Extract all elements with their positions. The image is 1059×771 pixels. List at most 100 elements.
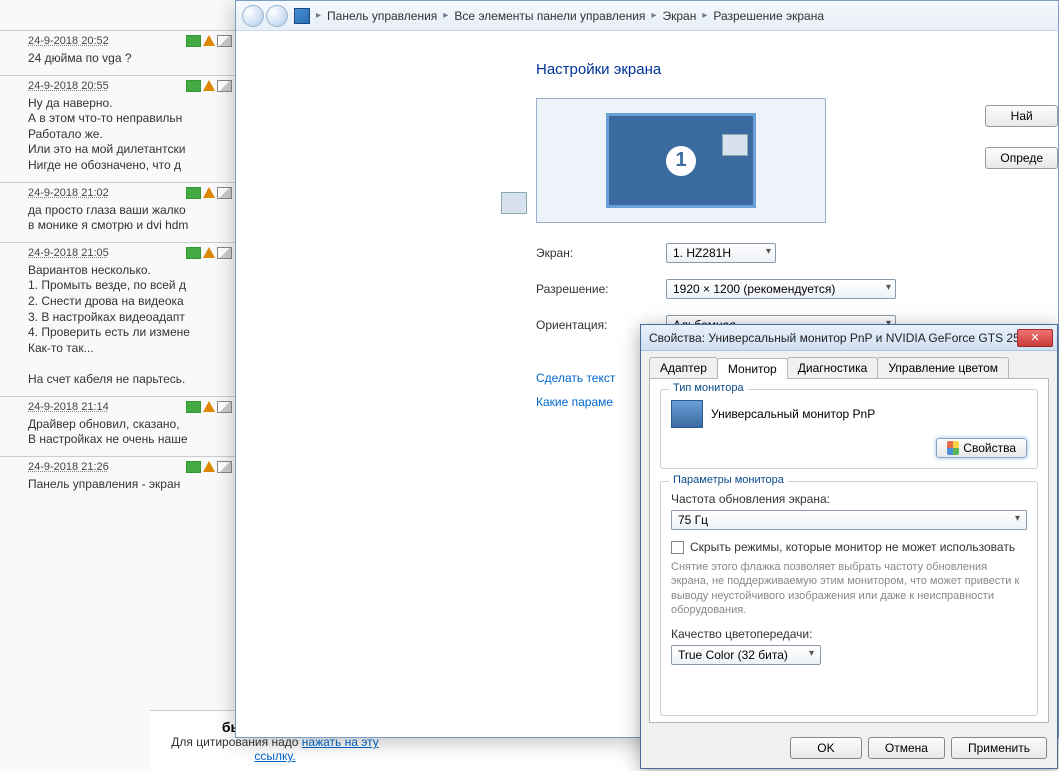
breadcrumb-item[interactable]: Панель управления (327, 9, 437, 23)
resolution-label: Разрешение: (536, 282, 666, 296)
dialog-button-row: OK Отмена Применить (641, 731, 1057, 765)
post-date[interactable]: 24-9-2018 21:14 (28, 401, 109, 413)
refresh-rate-dropdown[interactable]: 75 Гц (671, 510, 1027, 530)
post-header: 24-9-2018 21:05 (28, 247, 232, 259)
post-action-icons (186, 401, 232, 413)
post-action-icons (186, 247, 232, 259)
post-body: Драйвер обновил, сказано, В настройках н… (28, 417, 232, 448)
monitor-params-group: Параметры монитора Частота обновления эк… (660, 481, 1038, 716)
tab-body: Тип монитора Универсальный монитор PnP С… (649, 379, 1049, 723)
group-title: Параметры монитора (669, 474, 788, 486)
monitor-thumb-icon (722, 134, 748, 156)
status-icon[interactable] (186, 247, 201, 259)
resolution-dropdown[interactable]: 1920 × 1200 (рекомендуется) (666, 279, 896, 299)
forum-post: 24-9-2018 21:05 Вариантов несколько. 1. … (0, 242, 240, 396)
breadcrumb-item[interactable]: Экран (662, 9, 696, 23)
monitor-preview[interactable]: 1 (536, 98, 826, 223)
warning-icon[interactable] (203, 401, 215, 412)
breadcrumb-item[interactable]: Разрешение экрана (713, 9, 824, 23)
post-header: 24-9-2018 21:26 (28, 461, 232, 473)
forum-post: 24-9-2018 21:02 да просто глаза ваши жал… (0, 182, 240, 242)
post-body: Панель управления - экран (28, 477, 232, 493)
edit-icon[interactable] (217, 247, 232, 259)
detect-button[interactable]: Опреде (985, 147, 1058, 169)
monitor-type-group: Тип монитора Универсальный монитор PnP С… (660, 389, 1038, 469)
color-quality-dropdown[interactable]: True Color (32 бита) (671, 645, 821, 665)
status-icon[interactable] (186, 35, 201, 47)
post-action-icons (186, 461, 232, 473)
resolution-setting-row: Разрешение: 1920 × 1200 (рекомендуется) (536, 279, 1038, 299)
status-icon[interactable] (186, 461, 201, 473)
warning-icon[interactable] (203, 187, 215, 198)
dialog-title: Свойства: Универсальный монитор PnP и NV… (649, 331, 1017, 345)
breadcrumb-item[interactable]: Все элементы панели управления (454, 9, 645, 23)
warning-icon[interactable] (203, 35, 215, 46)
color-quality-label: Качество цветопередачи: (671, 627, 1027, 641)
status-icon[interactable] (186, 187, 201, 199)
warning-icon[interactable] (203, 80, 215, 91)
post-body: да просто глаза ваши жалко в монике я см… (28, 203, 232, 234)
checkbox-icon[interactable] (671, 541, 684, 554)
post-body: 24 дюйма по vga ? (28, 51, 232, 67)
tab-color-management[interactable]: Управление цветом (877, 357, 1009, 378)
dialog-tabs: Адаптер Монитор Диагностика Управление ц… (649, 357, 1049, 379)
nav-arrows (242, 5, 288, 27)
close-button[interactable]: ✕ (1017, 329, 1053, 347)
status-icon[interactable] (186, 80, 201, 92)
post-date[interactable]: 24-9-2018 20:52 (28, 35, 109, 47)
post-action-icons (186, 187, 232, 199)
tab-adapter[interactable]: Адаптер (649, 357, 718, 378)
monitor-thumb-icon (501, 192, 527, 214)
monitor-icon (671, 400, 703, 428)
tab-diagnostics[interactable]: Диагностика (787, 357, 879, 378)
monitor-selected[interactable]: 1 (606, 113, 756, 208)
hide-modes-checkbox-row[interactable]: Скрыть режимы, которые монитор не может … (671, 540, 1027, 554)
monitor-properties-dialog: Свойства: Универсальный монитор PnP и NV… (640, 324, 1058, 769)
edit-icon[interactable] (217, 461, 232, 473)
edit-icon[interactable] (217, 35, 232, 47)
warning-icon[interactable] (203, 247, 215, 258)
shield-icon (947, 441, 959, 455)
control-panel-icon (294, 8, 310, 24)
cancel-button[interactable]: Отмена (868, 737, 945, 759)
dialog-titlebar[interactable]: Свойства: Универсальный монитор PnP и NV… (641, 325, 1057, 351)
edit-icon[interactable] (217, 80, 232, 92)
post-header: 24-9-2018 21:02 (28, 187, 232, 199)
find-button[interactable]: Най (985, 105, 1058, 127)
forum-post: 24-9-2018 20:52 24 дюйма по vga ? (0, 30, 240, 75)
edit-icon[interactable] (217, 401, 232, 413)
chevron-right-icon: ▸ (702, 10, 707, 21)
forward-button[interactable] (266, 5, 288, 27)
screen-setting-row: Экран: 1. HZ281H (536, 243, 1038, 263)
post-date[interactable]: 24-9-2018 21:26 (28, 461, 109, 473)
monitor-number: 1 (664, 144, 698, 178)
tab-monitor[interactable]: Монитор (717, 358, 788, 379)
status-icon[interactable] (186, 401, 201, 413)
screen-label: Экран: (536, 246, 666, 260)
edit-icon[interactable] (217, 187, 232, 199)
post-header: 24-9-2018 20:52 (28, 35, 232, 47)
refresh-rate-label: Частота обновления экрана: (671, 492, 1027, 506)
apply-button[interactable]: Применить (951, 737, 1047, 759)
properties-button[interactable]: Свойства (936, 438, 1027, 458)
chevron-right-icon: ▸ (316, 10, 321, 21)
forum-post: 24-9-2018 21:14 Драйвер обновил, сказано… (0, 396, 240, 456)
post-date[interactable]: 24-9-2018 20:55 (28, 80, 109, 92)
forum-thread: 24-9-2018 20:52 24 дюйма по vga ? 24-9-2… (0, 0, 240, 771)
post-date[interactable]: 24-9-2018 21:05 (28, 247, 109, 259)
monitor-name: Универсальный монитор PnP (711, 407, 875, 421)
post-header: 24-9-2018 21:14 (28, 401, 232, 413)
forum-post: 24-9-2018 21:26 Панель управления - экра… (0, 456, 240, 501)
back-button[interactable] (242, 5, 264, 27)
checkbox-label: Скрыть режимы, которые монитор не может … (690, 540, 1015, 554)
post-date[interactable]: 24-9-2018 21:02 (28, 187, 109, 199)
close-icon: ✕ (1030, 331, 1039, 344)
post-header: 24-9-2018 20:55 (28, 80, 232, 92)
chevron-right-icon: ▸ (443, 10, 448, 21)
post-body: Ну да наверно. А в этом что-то неправиль… (28, 96, 232, 174)
warning-icon[interactable] (203, 461, 215, 472)
screen-dropdown[interactable]: 1. HZ281H (666, 243, 776, 263)
post-action-icons (186, 80, 232, 92)
side-buttons: Най Опреде (985, 105, 1058, 169)
ok-button[interactable]: OK (790, 737, 862, 759)
